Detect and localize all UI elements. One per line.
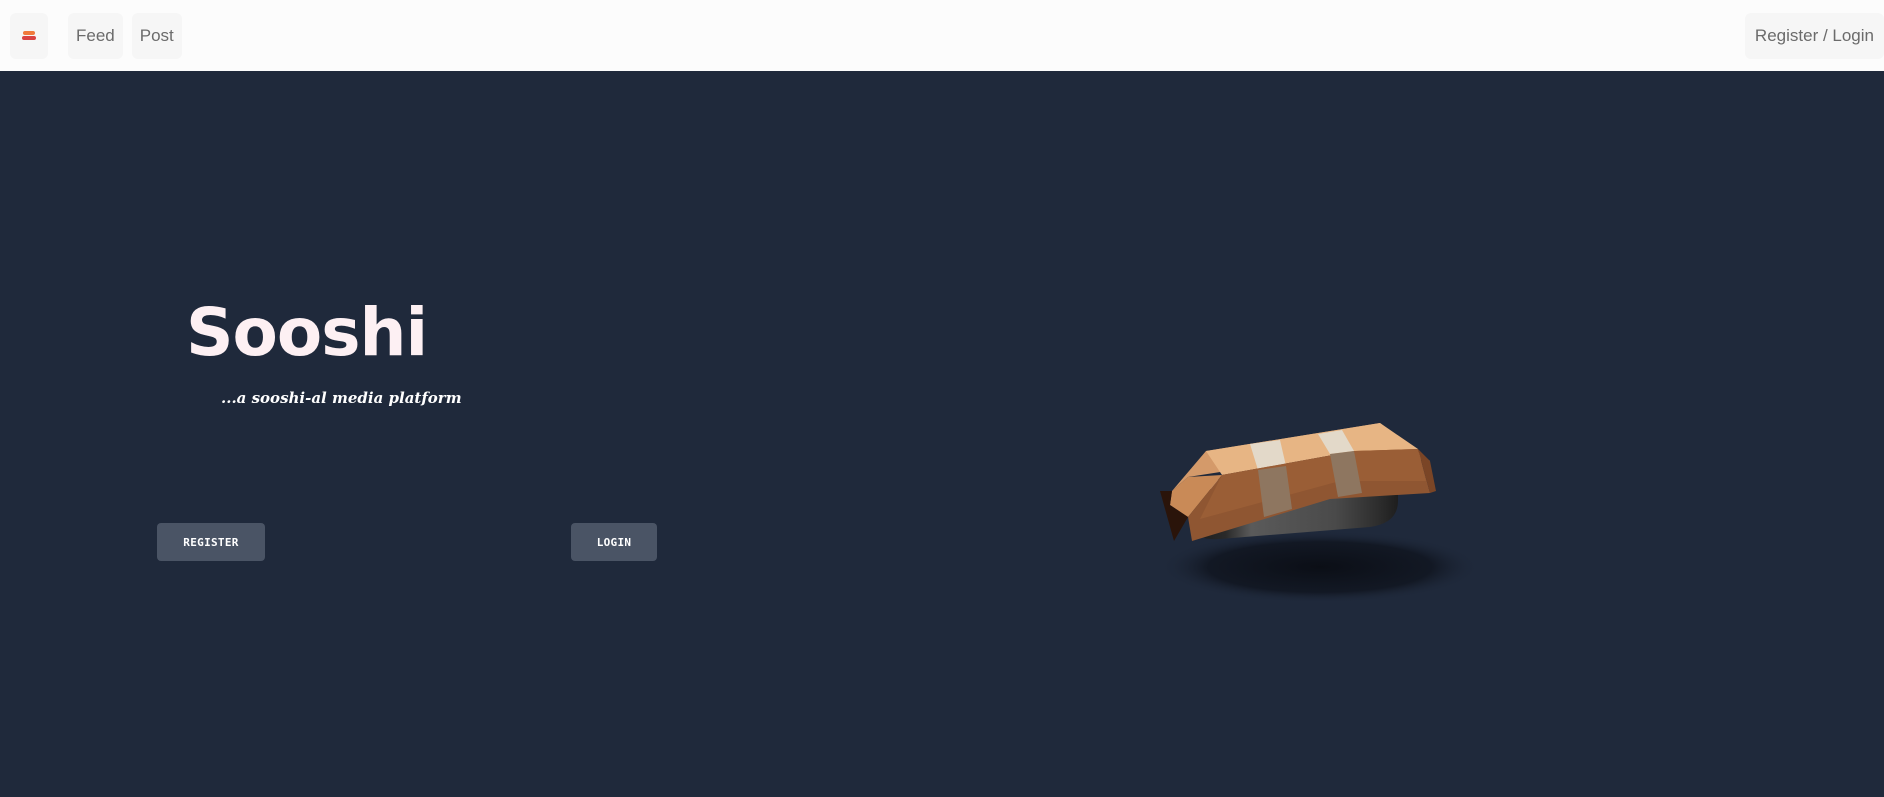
brand-tagline: ...a sooshi-al media platform [221,389,462,407]
nav-post-link[interactable]: Post [131,12,182,59]
home-logo-button[interactable] [10,12,48,59]
nav-feed-link[interactable]: Feed [68,12,123,59]
login-button[interactable]: LOGIN [571,523,657,561]
brand-title: Sooshi [186,294,428,371]
register-button[interactable]: REGISTER [157,523,265,561]
sushi-nigiri-illustration [1160,423,1480,603]
sushi-illustration [1130,341,1510,621]
hero-section: Sooshi ...a sooshi-al media platform REG… [0,71,1884,797]
register-login-link[interactable]: Register / Login [1744,12,1884,59]
top-navbar: Feed Post Register / Login [0,0,1884,71]
sushi-logo-icon [22,30,36,40]
